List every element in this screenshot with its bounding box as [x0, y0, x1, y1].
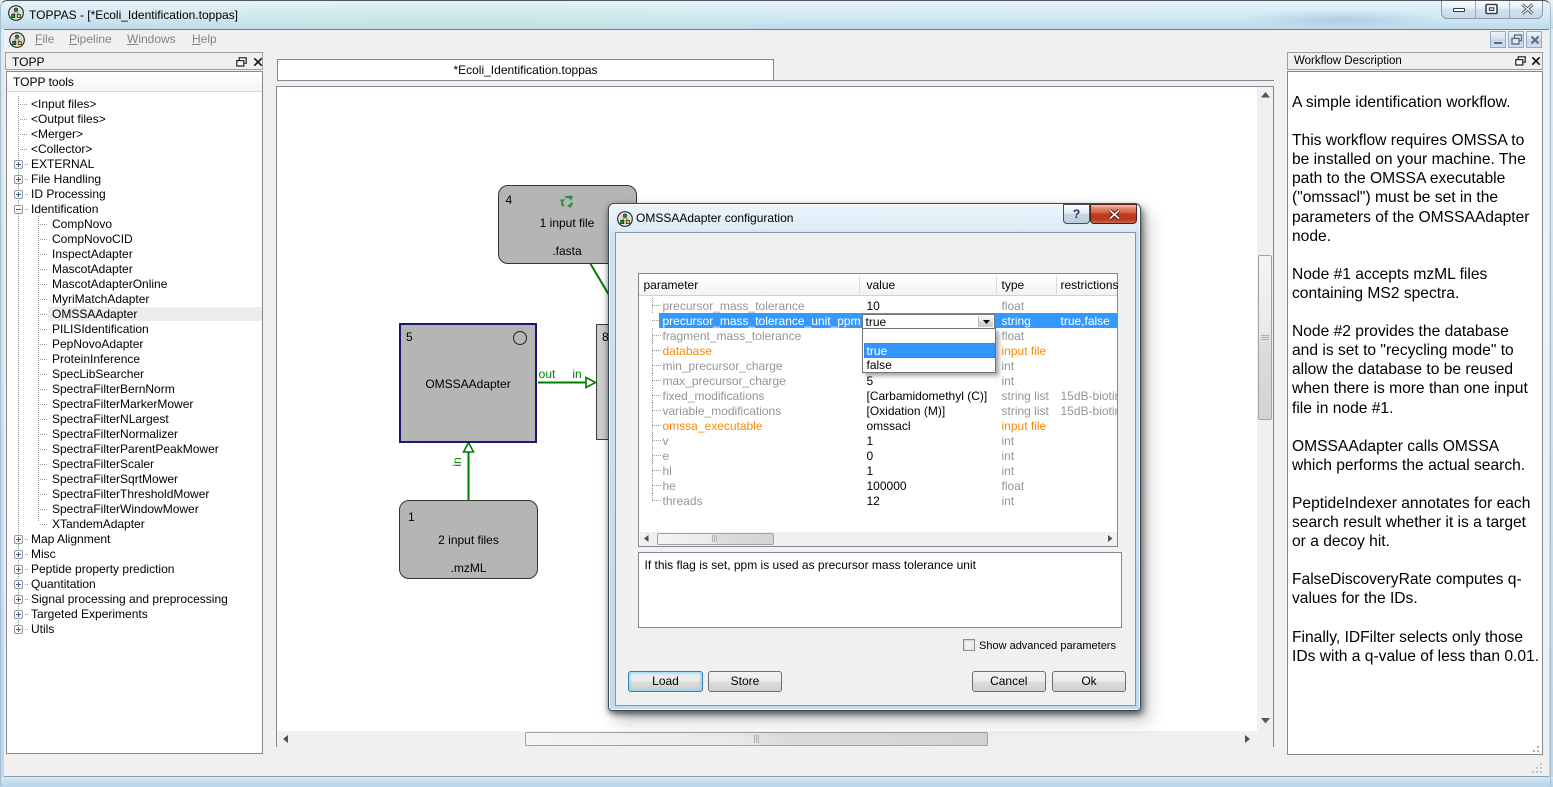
svg-text:in: in	[572, 367, 581, 381]
svg-text:in: in	[450, 457, 464, 466]
svg-text:out: out	[539, 367, 556, 381]
